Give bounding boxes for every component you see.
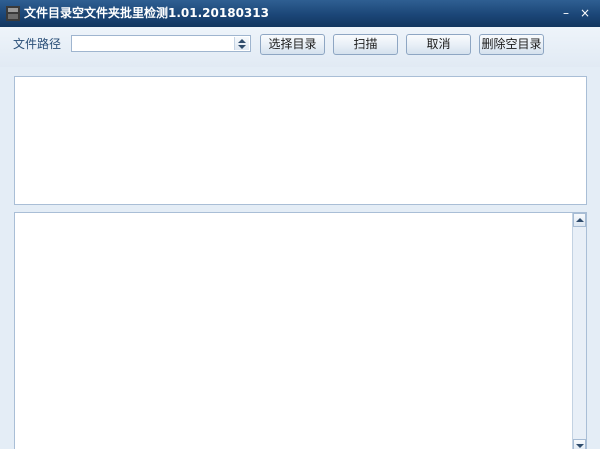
delete-empty-directories-button[interactable]: 删除空目录 — [479, 34, 544, 55]
file-path-input[interactable] — [72, 36, 240, 51]
file-path-label: 文件路径 — [13, 37, 62, 51]
cancel-button[interactable]: 取消 — [406, 34, 471, 55]
path-spinner[interactable] — [234, 37, 249, 50]
close-icon[interactable]: × — [578, 6, 592, 20]
results-list[interactable] — [14, 212, 587, 449]
scroll-down-button[interactable] — [573, 439, 586, 449]
select-directory-button[interactable]: 选择目录 — [260, 34, 325, 55]
main-window: 文件目录空文件夹批里检测1.01.20180313 – × 文件路径 选择目录 … — [0, 0, 600, 449]
results-scrollbar[interactable] — [572, 213, 586, 449]
title-bar[interactable]: 文件目录空文件夹批里检测1.01.20180313 – × — [0, 0, 600, 27]
scroll-up-icon — [576, 218, 584, 222]
app-icon — [6, 6, 20, 21]
minimize-icon[interactable]: – — [559, 6, 573, 20]
spin-down-icon[interactable] — [238, 45, 246, 49]
scroll-down-icon — [576, 444, 584, 448]
file-path-combobox[interactable] — [71, 35, 251, 52]
window-title: 文件目录空文件夹批里检测1.01.20180313 — [24, 6, 269, 20]
scan-button[interactable]: 扫描 — [333, 34, 398, 55]
scroll-up-button[interactable] — [573, 213, 586, 227]
spin-up-icon[interactable] — [238, 39, 246, 43]
status-panel[interactable] — [14, 76, 587, 205]
